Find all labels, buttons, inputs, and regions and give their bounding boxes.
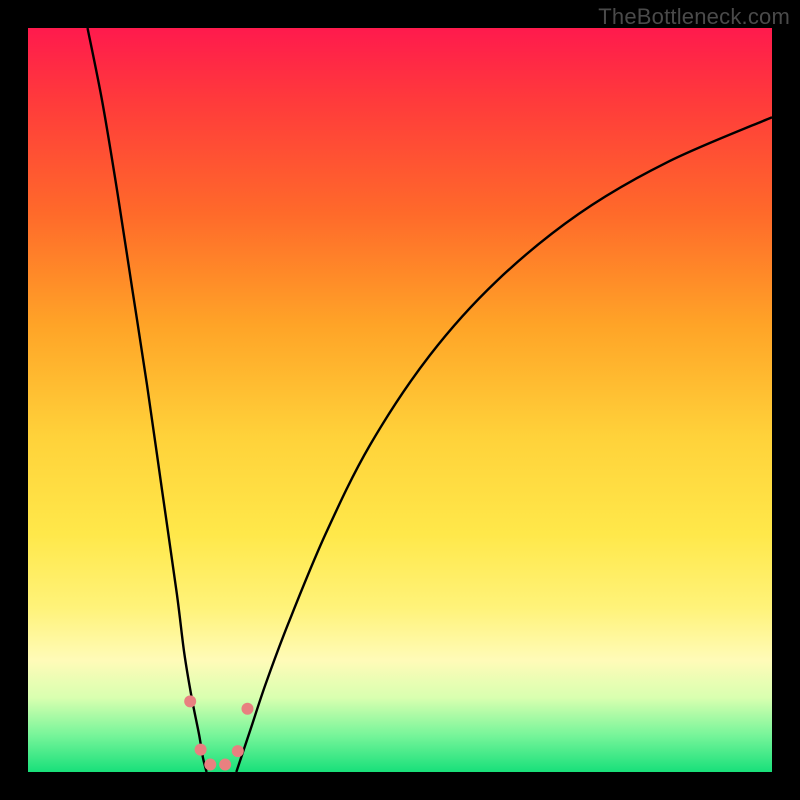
trough-marker	[204, 759, 216, 771]
trough-marker	[195, 744, 207, 756]
chart-svg	[28, 28, 772, 772]
trough-marker	[219, 759, 231, 771]
right-curve-path	[236, 117, 772, 772]
trough-marker	[241, 703, 253, 715]
trough-marker	[232, 745, 244, 757]
outer-frame: TheBottleneck.com	[0, 0, 800, 800]
watermark-text: TheBottleneck.com	[598, 4, 790, 30]
curve-group	[88, 28, 772, 772]
plot-area	[28, 28, 772, 772]
left-curve-path	[88, 28, 207, 772]
trough-marker	[184, 695, 196, 707]
